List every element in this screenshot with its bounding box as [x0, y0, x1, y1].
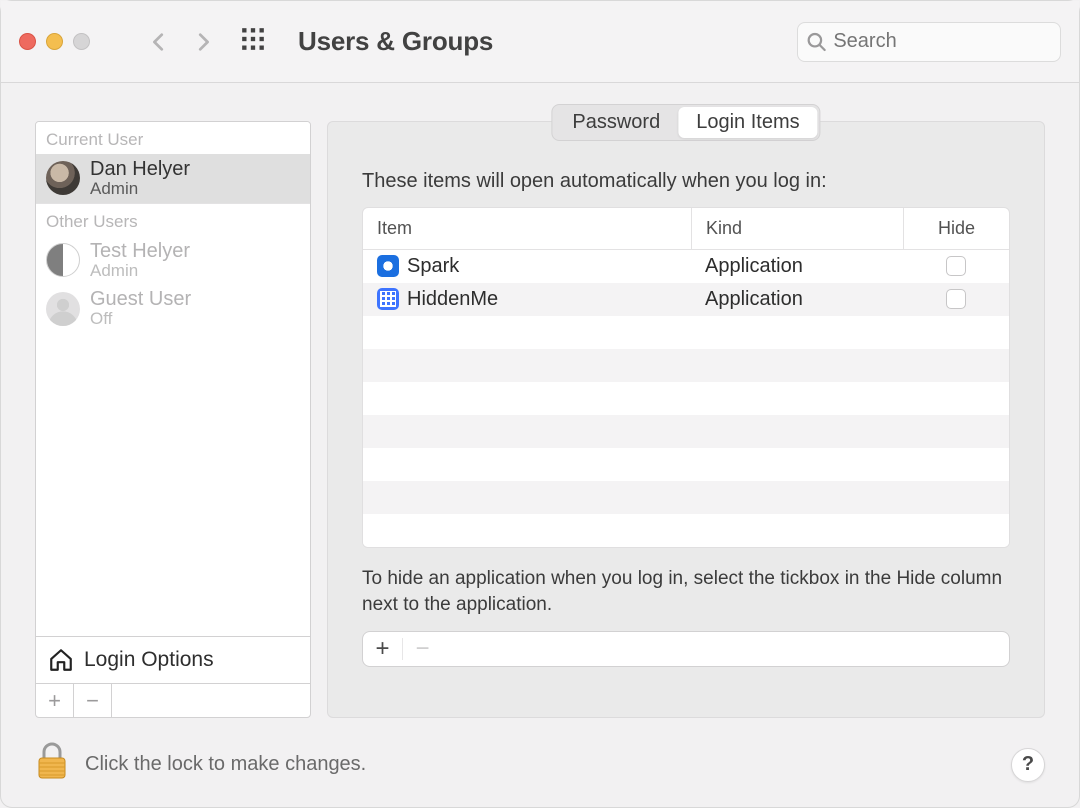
- search-input[interactable]: [833, 30, 1052, 53]
- tab-password[interactable]: Password: [554, 107, 678, 138]
- table-row[interactable]: Spark Application: [363, 250, 1009, 283]
- cell-hide: [903, 250, 1009, 282]
- item-name: HiddenMe: [407, 288, 498, 311]
- add-login-item-button[interactable]: +: [363, 632, 402, 666]
- lock-button[interactable]: [35, 742, 69, 787]
- cell-kind: Application: [691, 250, 903, 282]
- app-icon: [377, 255, 399, 277]
- user-info: Guest User Off: [90, 288, 191, 329]
- tab-login-items[interactable]: Login Items: [678, 107, 817, 138]
- user-info: Dan Helyer Admin: [90, 158, 190, 199]
- table-body: Spark Application HiddenMe Application: [363, 250, 1009, 547]
- login-options-label: Login Options: [84, 648, 214, 672]
- add-user-button: +: [36, 684, 74, 717]
- add-remove-login-item: + −: [362, 631, 1010, 667]
- section-header-other-users: Other Users: [36, 204, 310, 236]
- table-row-empty: [363, 514, 1009, 547]
- back-button: [144, 27, 174, 57]
- table-row-empty: [363, 448, 1009, 481]
- user-row-guest-user[interactable]: Guest User Off: [36, 284, 310, 333]
- footer: Click the lock to make changes. ?: [1, 734, 1079, 807]
- user-name: Guest User: [90, 288, 191, 310]
- house-icon: [48, 647, 74, 673]
- column-header-item[interactable]: Item: [363, 218, 691, 239]
- toolbar: Users & Groups: [1, 1, 1079, 83]
- close-window-button[interactable]: [19, 33, 36, 50]
- cell-kind: Application: [691, 283, 903, 315]
- help-button[interactable]: ?: [1011, 748, 1045, 782]
- table-row-empty: [363, 415, 1009, 448]
- user-role: Off: [90, 310, 191, 329]
- user-row-test-helyer[interactable]: Test Helyer Admin: [36, 236, 310, 285]
- remove-user-button: −: [74, 684, 112, 717]
- section-header-current-user: Current User: [36, 122, 310, 154]
- users-sidebar: Current User Dan Helyer Admin Other User…: [35, 121, 311, 718]
- login-items-panel: Password Login Items These items will op…: [327, 121, 1045, 718]
- login-options-button[interactable]: Login Options: [36, 636, 310, 683]
- column-header-kind[interactable]: Kind: [691, 208, 903, 249]
- grid-icon: [240, 26, 266, 52]
- avatar-icon: [46, 161, 80, 195]
- column-header-hide[interactable]: Hide: [903, 208, 1009, 249]
- table-row-empty: [363, 382, 1009, 415]
- cell-item: Spark: [363, 255, 691, 278]
- user-role: Admin: [90, 180, 190, 199]
- window-controls: [19, 33, 90, 50]
- table-row-empty: [363, 349, 1009, 382]
- table-row-empty: [363, 316, 1009, 349]
- login-items-table: Item Kind Hide Spark Application: [362, 207, 1010, 548]
- user-role: Admin: [90, 262, 190, 281]
- search-icon: [806, 30, 827, 54]
- user-info: Test Helyer Admin: [90, 240, 190, 281]
- user-name: Dan Helyer: [90, 158, 190, 180]
- content-area: Current User Dan Helyer Admin Other User…: [1, 83, 1079, 734]
- show-all-button[interactable]: [240, 26, 266, 57]
- hide-checkbox[interactable]: [946, 256, 966, 276]
- window-title: Users & Groups: [298, 26, 493, 57]
- user-row-current[interactable]: Dan Helyer Admin: [36, 154, 310, 203]
- zoom-window-button[interactable]: [73, 33, 90, 50]
- avatar-icon: [46, 292, 80, 326]
- remove-login-item-button: −: [403, 632, 442, 666]
- sidebar-footer: + −: [36, 683, 310, 717]
- avatar-icon: [46, 243, 80, 277]
- chevron-left-icon: [148, 27, 170, 57]
- cell-hide: [903, 283, 1009, 315]
- tab-bar: Password Login Items: [551, 104, 820, 141]
- user-name: Test Helyer: [90, 240, 190, 262]
- table-row[interactable]: HiddenMe Application: [363, 283, 1009, 316]
- preferences-window: Users & Groups Current User Dan Helyer A…: [0, 0, 1080, 808]
- lock-text: Click the lock to make changes.: [85, 753, 366, 776]
- cell-item: HiddenMe: [363, 288, 691, 311]
- app-icon: [377, 288, 399, 310]
- chevron-right-icon: [192, 27, 214, 57]
- lock-icon: [35, 742, 69, 782]
- search-field[interactable]: [797, 22, 1061, 62]
- table-row-empty: [363, 481, 1009, 514]
- minimize-window-button[interactable]: [46, 33, 63, 50]
- hide-checkbox[interactable]: [946, 289, 966, 309]
- forward-button: [188, 27, 218, 57]
- table-header: Item Kind Hide: [363, 208, 1009, 250]
- login-items-hint: To hide an application when you log in, …: [362, 566, 1010, 617]
- login-items-description: These items will open automatically when…: [362, 170, 1010, 193]
- item-name: Spark: [407, 255, 459, 278]
